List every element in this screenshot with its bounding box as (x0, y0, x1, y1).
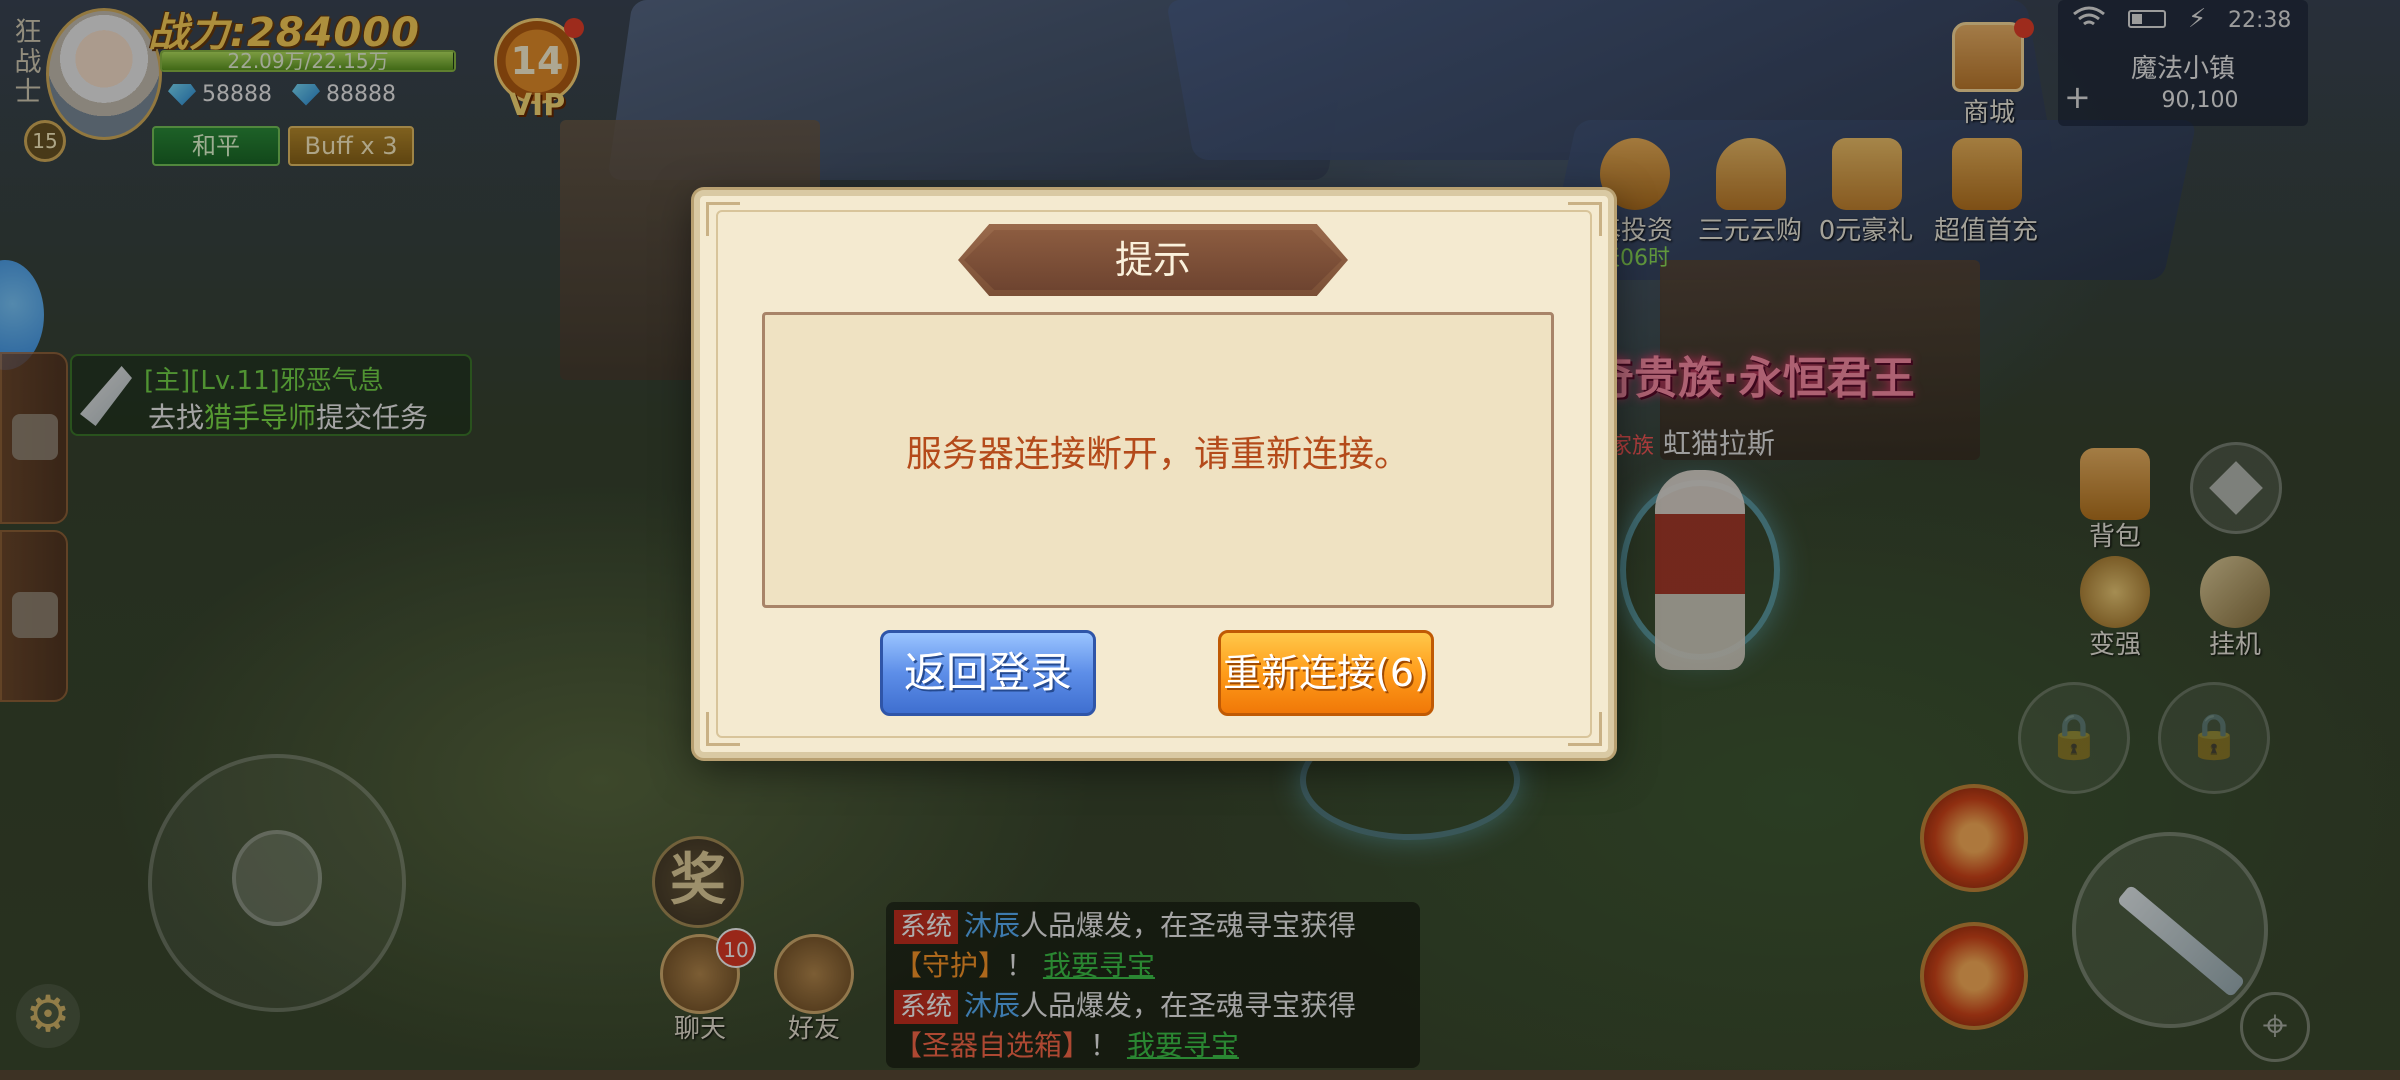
dialog-title: 提示 (1114, 238, 1191, 282)
frame-corner (1568, 202, 1602, 236)
dialog-message: 服务器连接断开，请重新连接。 (905, 434, 1410, 475)
back-to-login-button[interactable]: 返回登录 (880, 630, 1096, 716)
frame-corner (706, 712, 740, 746)
disconnect-dialog: 提示 服务器连接断开，请重新连接。 返回登录 重新连接(6) (694, 190, 1614, 758)
dialog-title-banner: 提示 (958, 224, 1348, 296)
reconnect-button[interactable]: 重新连接(6) (1218, 630, 1434, 716)
frame-corner (1568, 712, 1602, 746)
dialog-message-box: 服务器连接断开，请重新连接。 (762, 312, 1554, 608)
frame-corner (706, 202, 740, 236)
